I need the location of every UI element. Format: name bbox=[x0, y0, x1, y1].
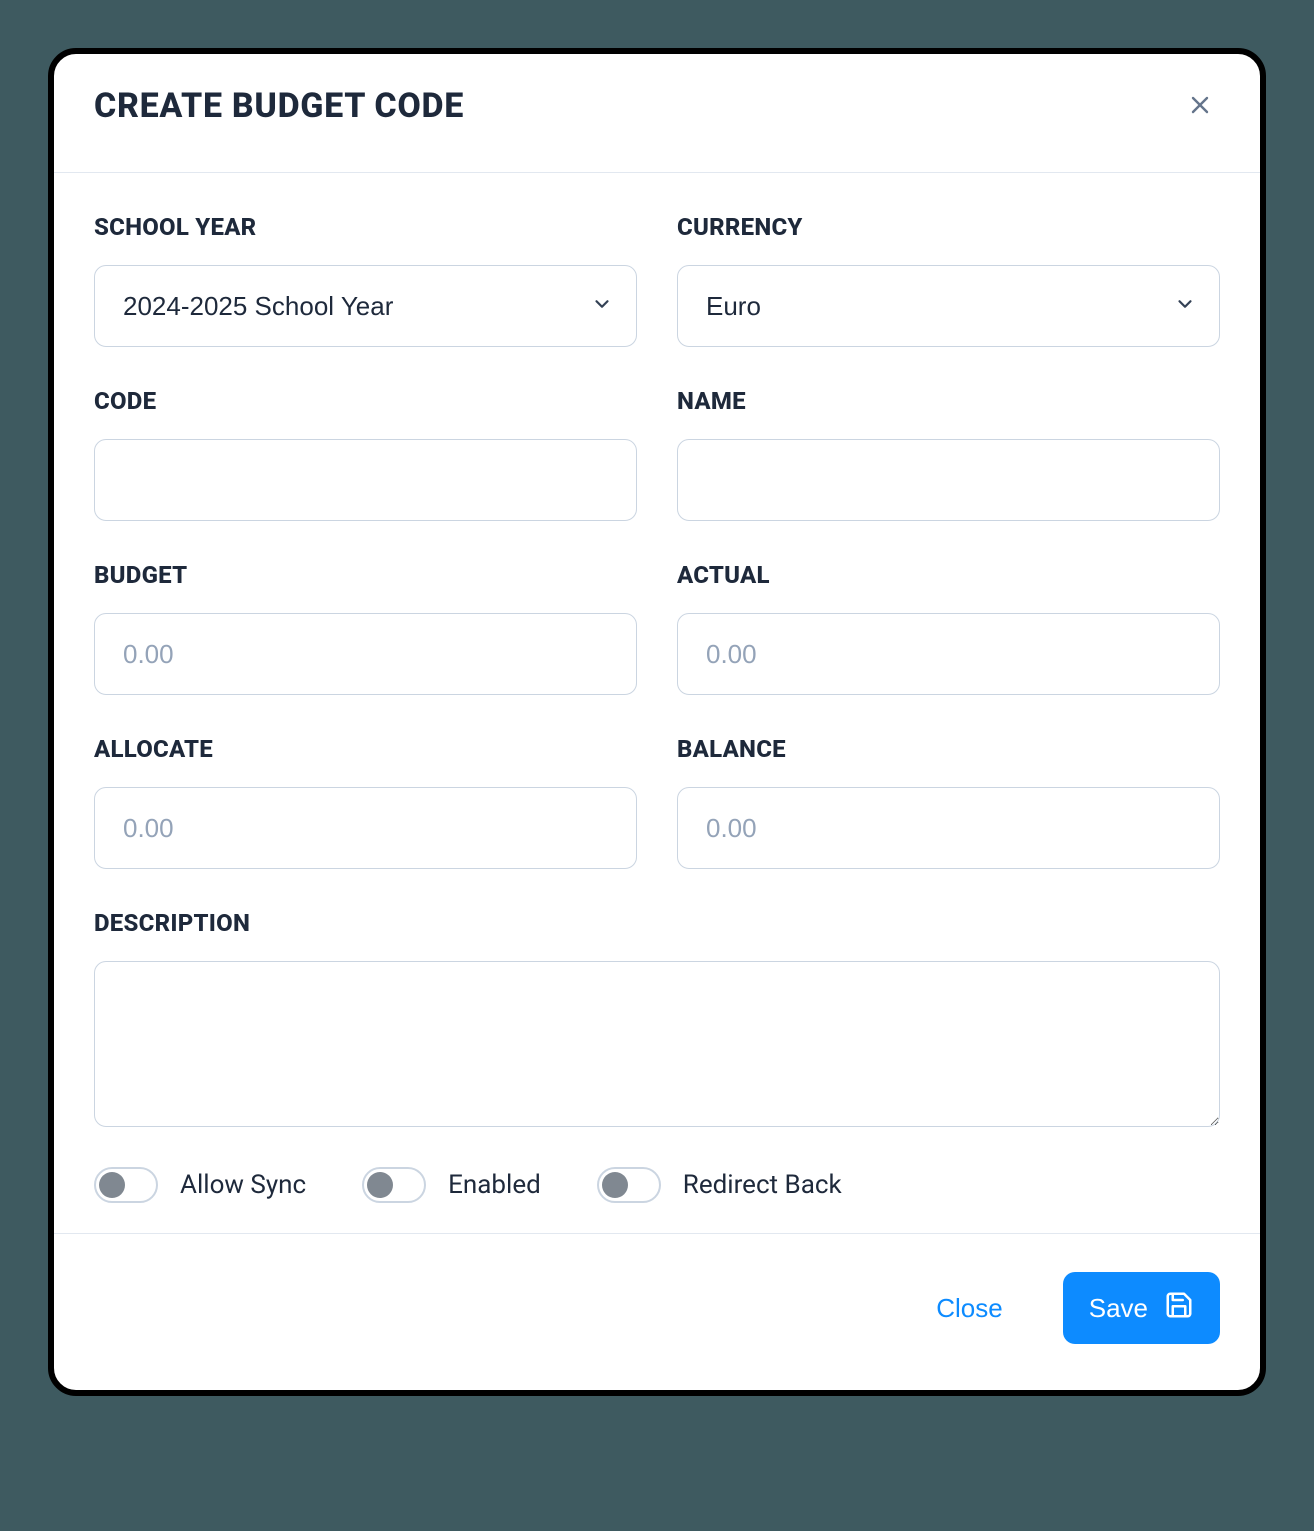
toggle-switch bbox=[597, 1167, 661, 1203]
field-code: CODE bbox=[94, 387, 637, 521]
save-icon bbox=[1164, 1290, 1194, 1327]
save-button[interactable]: Save bbox=[1063, 1272, 1220, 1344]
toggle-label: Allow Sync bbox=[180, 1170, 306, 1200]
label-balance: BALANCE bbox=[677, 735, 1220, 763]
close-link-button[interactable]: Close bbox=[906, 1272, 1032, 1344]
redirect-back-toggle[interactable]: Redirect Back bbox=[597, 1167, 842, 1203]
allow-sync-toggle[interactable]: Allow Sync bbox=[94, 1167, 306, 1203]
field-name: NAME bbox=[677, 387, 1220, 521]
name-input[interactable] bbox=[677, 439, 1220, 521]
balance-input[interactable] bbox=[677, 787, 1220, 869]
modal-header: CREATE BUDGET CODE bbox=[54, 54, 1260, 173]
actual-input[interactable] bbox=[677, 613, 1220, 695]
enabled-toggle[interactable]: Enabled bbox=[362, 1167, 541, 1203]
modal-footer: Close Save bbox=[54, 1233, 1260, 1390]
field-allocate: ALLOCATE bbox=[94, 735, 637, 869]
field-school-year: SCHOOL YEAR 2024-2025 School Year bbox=[94, 213, 637, 347]
code-input[interactable] bbox=[94, 439, 637, 521]
field-description: DESCRIPTION bbox=[94, 909, 1220, 1127]
create-budget-code-modal: CREATE BUDGET CODE SCHOOL YEAR 2024-2025… bbox=[48, 48, 1266, 1396]
label-currency: CURRENCY bbox=[677, 213, 1220, 241]
currency-select[interactable]: Euro bbox=[677, 265, 1220, 347]
budget-input[interactable] bbox=[94, 613, 637, 695]
label-name: NAME bbox=[677, 387, 1220, 415]
close-button[interactable] bbox=[1180, 86, 1220, 126]
modal-body: SCHOOL YEAR 2024-2025 School Year CURREN… bbox=[54, 173, 1260, 1233]
description-textarea[interactable] bbox=[94, 961, 1220, 1127]
modal-title: CREATE BUDGET CODE bbox=[94, 86, 464, 126]
toggle-row: Allow Sync Enabled Redirect Back bbox=[94, 1167, 1220, 1203]
allocate-input[interactable] bbox=[94, 787, 637, 869]
field-actual: ACTUAL bbox=[677, 561, 1220, 695]
label-allocate: ALLOCATE bbox=[94, 735, 637, 763]
toggle-label: Redirect Back bbox=[683, 1170, 842, 1200]
field-budget: BUDGET bbox=[94, 561, 637, 695]
close-icon bbox=[1188, 93, 1212, 120]
school-year-select[interactable]: 2024-2025 School Year bbox=[94, 265, 637, 347]
field-currency: CURRENCY Euro bbox=[677, 213, 1220, 347]
toggle-switch bbox=[362, 1167, 426, 1203]
label-actual: ACTUAL bbox=[677, 561, 1220, 589]
toggle-switch bbox=[94, 1167, 158, 1203]
label-school-year: SCHOOL YEAR bbox=[94, 213, 637, 241]
toggle-label: Enabled bbox=[448, 1170, 541, 1200]
label-code: CODE bbox=[94, 387, 637, 415]
field-balance: BALANCE bbox=[677, 735, 1220, 869]
label-budget: BUDGET bbox=[94, 561, 637, 589]
label-description: DESCRIPTION bbox=[94, 909, 1220, 937]
